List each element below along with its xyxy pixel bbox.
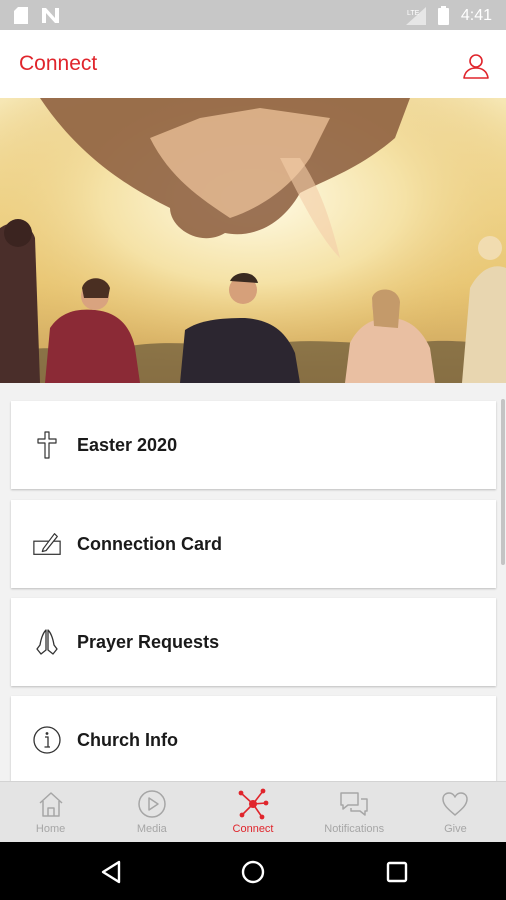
signal-lte-icon: LTE: [405, 6, 426, 25]
list-item-church-info[interactable]: Church Info: [11, 696, 496, 781]
list-item-easter[interactable]: Easter 2020: [11, 401, 496, 489]
svg-text:LTE: LTE: [407, 10, 420, 17]
status-bar: LTE 4:41: [0, 0, 506, 30]
heart-icon: [439, 788, 471, 820]
hero-illustration: [0, 98, 506, 383]
home-icon: [35, 788, 67, 820]
list-item-label: Easter 2020: [77, 434, 178, 455]
nav-label: Connect: [232, 823, 274, 835]
nav-notifications[interactable]: Notifications: [304, 782, 405, 842]
nav-give[interactable]: Give: [405, 782, 506, 842]
nav-media[interactable]: Media: [101, 782, 202, 842]
home-circle-icon[interactable]: [240, 859, 266, 885]
scrollbar[interactable]: [501, 399, 505, 565]
status-time: 4:41: [460, 6, 492, 24]
system-nav-bar: [0, 842, 506, 900]
bottom-nav: Home Media Connect Notifications Give: [0, 781, 506, 842]
user-icon: [463, 54, 489, 79]
play-icon: [136, 788, 168, 820]
list-item-prayer-requests[interactable]: Prayer Requests: [11, 598, 496, 686]
list-item-label: Church Info: [77, 729, 178, 750]
profile-button[interactable]: [462, 52, 490, 80]
sim-card-icon: [14, 7, 28, 24]
cross-icon: [32, 430, 62, 460]
nav-label: Notifications: [324, 823, 385, 835]
list-item-label: Prayer Requests: [77, 631, 220, 652]
pencil-card-icon: [32, 529, 62, 559]
nav-label: Give: [444, 823, 467, 835]
chat-bubbles-icon: [338, 788, 370, 820]
network-icon: [237, 788, 269, 820]
praying-hands-icon: [32, 627, 62, 657]
battery-icon: [437, 6, 449, 25]
nav-home[interactable]: Home: [0, 782, 101, 842]
nav-connect[interactable]: Connect: [202, 782, 303, 842]
list-item-label: Connection Card: [77, 533, 223, 554]
hero-image: [0, 98, 506, 383]
list-item-connection-card[interactable]: Connection Card: [11, 500, 496, 588]
n-logo-icon: [42, 8, 59, 23]
page-title: Connect: [19, 52, 98, 75]
back-icon[interactable]: [99, 859, 125, 885]
info-icon: [32, 725, 62, 755]
menu-list[interactable]: Easter 2020 Connection Card Prayer Reque…: [0, 383, 506, 781]
app-header: Connect: [0, 30, 506, 98]
nav-label: Home: [35, 823, 66, 835]
recents-icon[interactable]: [384, 859, 410, 885]
nav-label: Media: [136, 823, 167, 835]
